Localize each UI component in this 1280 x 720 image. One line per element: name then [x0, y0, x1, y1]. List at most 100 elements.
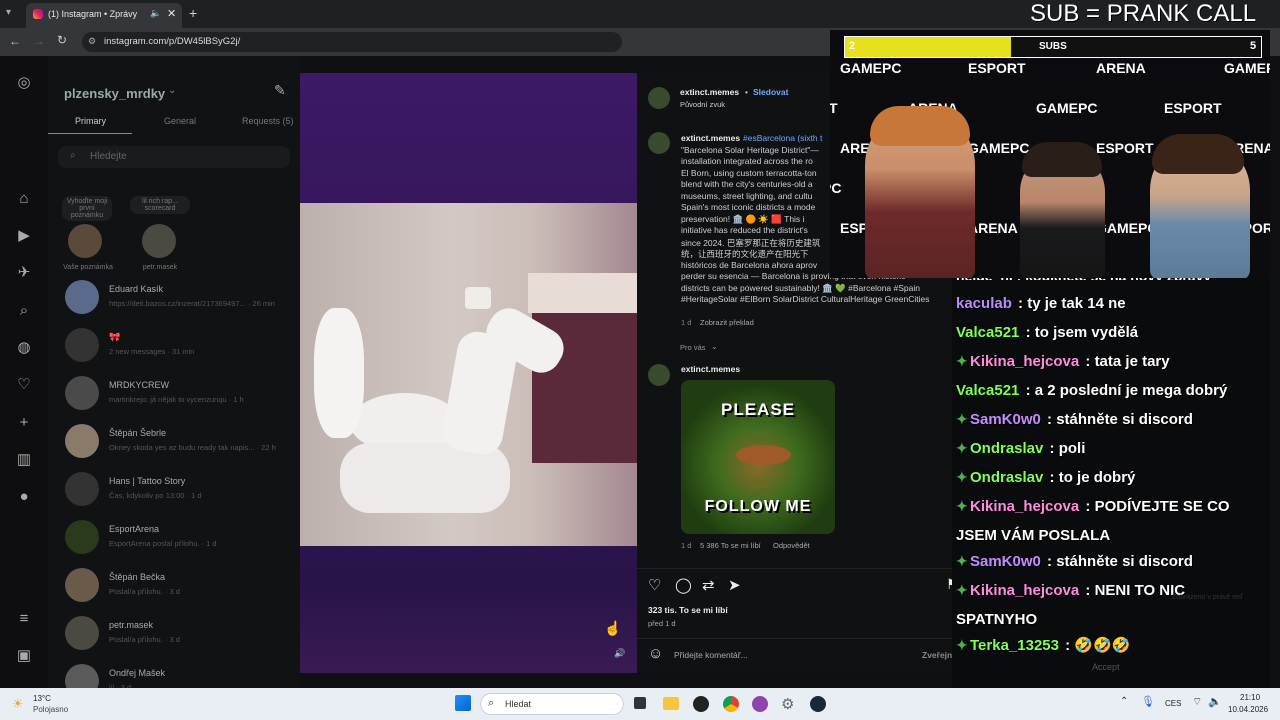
comment-input[interactable]: Přidejte komentář... — [674, 650, 748, 660]
notifications-icon[interactable]: ♡ — [15, 376, 33, 394]
instagram-logo-icon[interactable]: ◎ — [15, 74, 33, 92]
note-bubble[interactable]: Vyhoďte moji první poznámku — [62, 196, 112, 221]
dm-row-name[interactable]: MRDKYCREW — [109, 380, 169, 390]
weather-temp[interactable]: 13°C — [33, 694, 51, 703]
comment-icon[interactable]: ◯ — [675, 576, 692, 594]
dashboard-icon[interactable]: ▥ — [15, 451, 33, 469]
settings-icon[interactable]: ⚙ — [781, 695, 794, 713]
messages-icon[interactable]: ✈ — [15, 264, 33, 282]
dm-row-name[interactable]: EsportArena — [109, 524, 159, 534]
file-explorer-icon[interactable] — [663, 697, 679, 710]
follow-button[interactable]: Sledovat — [753, 87, 788, 97]
dm-row-name[interactable]: Eduard Kasík — [109, 284, 163, 294]
translate-link[interactable]: Zobrazit překlad — [700, 318, 754, 327]
avatar[interactable] — [65, 472, 99, 506]
chat-username: Terka_13253 — [970, 637, 1059, 654]
new-message-icon[interactable]: ✎ — [274, 82, 286, 99]
task-view-icon[interactable] — [634, 697, 646, 709]
reload-icon[interactable]: ↻ — [57, 33, 67, 47]
chrome-icon[interactable] — [723, 696, 739, 712]
dm-row-name[interactable]: Štěpán Šebrle — [109, 428, 166, 438]
taskbar-search[interactable]: ⌕ Hledat — [480, 693, 624, 715]
avatar[interactable] — [68, 224, 102, 258]
chevron-down-icon[interactable]: ⌄ — [168, 85, 176, 96]
site-info-icon[interactable]: ⚙ — [88, 36, 96, 47]
comment-likes[interactable]: 5 386 To se mi líbí — [700, 541, 761, 550]
share-icon[interactable]: ➤ — [728, 576, 741, 594]
tray-chevron-icon[interactable]: ⌃ — [1120, 696, 1128, 707]
comment-avatar[interactable] — [648, 364, 670, 386]
chat-badge-icon: ✦ — [956, 553, 968, 569]
reels-icon[interactable]: ▶ — [15, 227, 33, 245]
reply-link[interactable]: Odpovědět — [773, 541, 810, 550]
post-likes[interactable]: 323 tis. To se mi líbí — [648, 605, 728, 615]
tab-close-icon[interactable]: ✕ — [167, 7, 176, 20]
home-icon[interactable]: ⌂ — [15, 190, 33, 208]
dm-row-name[interactable]: Štěpán Bečka — [109, 572, 165, 582]
caption-avatar[interactable] — [648, 132, 670, 154]
app-icon[interactable] — [693, 696, 709, 712]
more-apps-icon[interactable]: ▣ — [15, 647, 33, 665]
address-bar[interactable]: ⚙ instagram.com/p/DW45lBSyG2j/ — [82, 32, 622, 52]
volume-icon[interactable]: 🔈 — [1208, 695, 1222, 708]
chat-text: to jsem vydělá — [1034, 324, 1139, 341]
volume-icon[interactable]: 🔊 — [614, 648, 625, 659]
chat-message: Valca521 : a 2 poslední je mega dobrý — [956, 382, 1227, 399]
tab-list-icon[interactable]: ▾ — [6, 7, 11, 18]
create-icon[interactable]: + — [15, 414, 33, 432]
dm-row-name[interactable]: Hans | Tattoo Story — [109, 476, 185, 486]
comment-gif[interactable]: PLEASE FOLLOW ME — [681, 380, 835, 534]
emoji-icon[interactable]: ☺ — [648, 645, 663, 662]
language-indicator[interactable]: CES — [1165, 699, 1181, 708]
avatar[interactable] — [65, 424, 99, 458]
chat-badge-icon: ✦ — [956, 637, 968, 653]
avatar[interactable] — [65, 520, 99, 554]
forward-icon[interactable]: → — [33, 34, 45, 48]
avatar[interactable] — [65, 280, 99, 314]
banner-word: ARENA — [1096, 60, 1146, 76]
browser-tab[interactable]: (1) Instagram • Zprávy 🔈 ✕ — [26, 3, 182, 28]
back-icon[interactable]: ← — [9, 34, 21, 48]
author-avatar[interactable] — [648, 87, 670, 109]
post-photo[interactable] — [300, 203, 637, 546]
search-input[interactable]: ⌕ Hledejte — [58, 146, 290, 168]
avatar[interactable] — [65, 616, 99, 650]
dm-row-name[interactable]: 🎀 — [109, 332, 120, 343]
app-icon[interactable] — [752, 696, 768, 712]
like-icon[interactable]: ♡ — [648, 576, 661, 594]
mic-icon[interactable]: 🎙 — [1141, 695, 1155, 708]
comment-author[interactable]: extinct.memes — [681, 364, 740, 374]
weather-icon[interactable]: ☀ — [12, 696, 24, 712]
wifi-icon[interactable]: ⌔ — [1192, 695, 1202, 709]
dm-username[interactable]: plzensky_mrdky — [64, 86, 165, 101]
avatar[interactable] — [65, 376, 99, 410]
profile-avatar-icon[interactable]: ● — [15, 488, 33, 506]
chat-badge-icon: ✦ — [956, 440, 968, 456]
tab-requests[interactable]: Requests (5) — [242, 116, 294, 126]
clock-date[interactable]: 10.04.2026 — [1228, 705, 1268, 714]
search-icon[interactable]: ⌕ — [15, 302, 33, 320]
accept-button[interactable]: Accept — [1092, 662, 1120, 672]
tab-primary[interactable]: Primary — [75, 116, 106, 126]
menu-icon[interactable]: ≡ — [15, 610, 33, 628]
caption-author[interactable]: extinct.memes — [681, 133, 740, 143]
tab-audio-icon[interactable]: 🔈 — [150, 8, 161, 19]
dm-row-name[interactable]: Ondřej Mašek — [109, 668, 165, 678]
tab-general[interactable]: General — [164, 116, 196, 126]
note-bubble[interactable]: lil rich rap... scorecard — [130, 196, 190, 214]
audio-label[interactable]: Původní zvuk — [680, 100, 725, 109]
steam-icon[interactable] — [810, 696, 826, 712]
comment-time: 1 d — [681, 541, 692, 550]
avatar[interactable] — [65, 568, 99, 602]
new-tab-button[interactable]: + — [189, 5, 197, 21]
repost-icon[interactable]: ⇄ — [702, 576, 715, 594]
clock-time[interactable]: 21:10 — [1240, 693, 1260, 702]
avatar[interactable] — [142, 224, 176, 258]
dm-row-name[interactable]: petr.masek — [109, 620, 153, 630]
post-author[interactable]: extinct.memes — [680, 87, 739, 97]
for-you-label[interactable]: Pro vás — [680, 343, 705, 352]
explore-icon[interactable]: ◍ — [15, 339, 33, 357]
weather-desc[interactable]: Polojasno — [33, 705, 68, 714]
start-icon[interactable] — [455, 695, 471, 711]
avatar[interactable] — [65, 328, 99, 362]
